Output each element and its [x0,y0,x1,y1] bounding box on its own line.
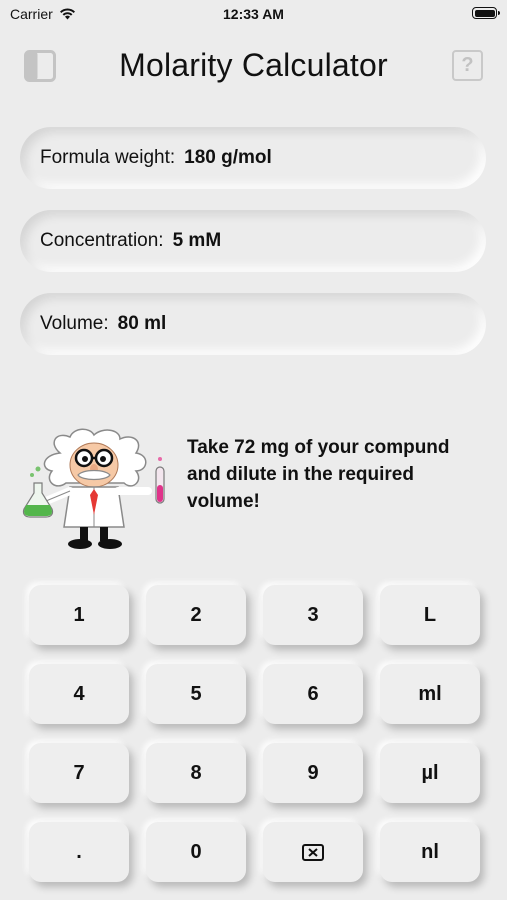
key-2[interactable]: 2 [146,585,246,645]
concentration-label: Concentration: [40,230,164,251]
backspace-icon [302,843,324,861]
key-unit-ml[interactable]: ml [380,664,480,724]
battery-icon [472,7,500,19]
key-4[interactable]: 4 [29,664,129,724]
status-time: 12:33 AM [223,6,284,22]
page-title: Molarity Calculator [119,47,388,83]
key-3[interactable]: 3 [263,585,363,645]
help-button[interactable]: ? [452,50,483,81]
key-unit-ul[interactable]: µl [380,743,480,803]
concentration-field[interactable]: Concentration: 5 mM [20,210,486,272]
result-message: Take 72 mg of your compund and dilute in… [187,437,450,512]
volume-value: 80 ml [117,313,167,334]
key-6[interactable]: 6 [263,664,363,724]
scientist-illustration [22,428,165,549]
key-0[interactable]: 0 [146,822,246,882]
key-8[interactable]: 8 [146,743,246,803]
volume-field[interactable]: Volume: 80 ml [20,293,486,355]
concentration-value: 5 mM [172,230,222,251]
formula-weight-field[interactable]: Formula weight: 180 g/mol [20,127,486,189]
key-9[interactable]: 9 [263,743,363,803]
key-unit-nl[interactable]: nl [380,822,480,882]
key-backspace[interactable] [263,822,363,882]
volume-label: Volume: [40,313,109,334]
key-5[interactable]: 5 [146,664,246,724]
key-unit-l[interactable]: L [380,585,480,645]
key-1[interactable]: 1 [29,585,129,645]
status-bar: Carrier 12:33 AM [0,0,507,28]
key-7[interactable]: 7 [29,743,129,803]
formula-weight-value: 180 g/mol [184,147,272,168]
formula-weight-label: Formula weight: [40,147,176,168]
key-decimal[interactable]: . [29,822,129,882]
